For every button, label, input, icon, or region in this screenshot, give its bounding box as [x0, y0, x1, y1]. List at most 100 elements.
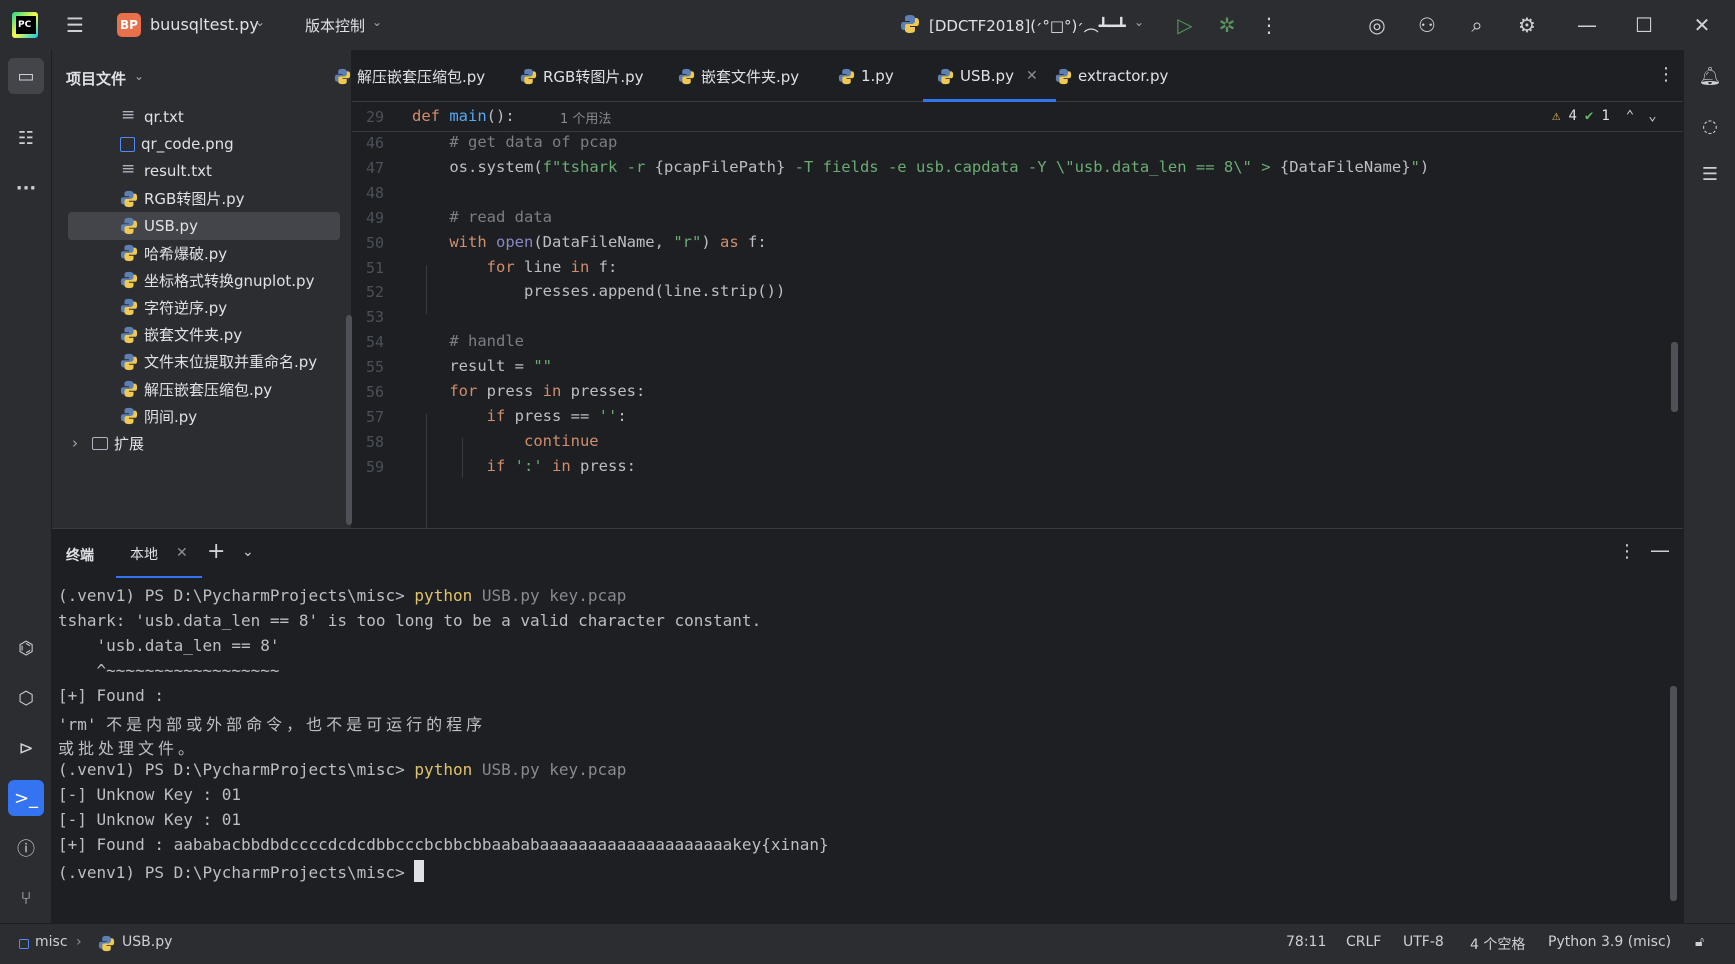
folder-icon	[92, 436, 108, 450]
code-line[interactable]: # get data of pcap	[412, 133, 617, 151]
editor-tab[interactable]: 1.py	[838, 50, 894, 102]
folder-icon[interactable]: ▭	[8, 58, 44, 94]
ai-chat-icon[interactable]: ◌	[1692, 108, 1728, 144]
vcs-menu[interactable]: 版本控制	[305, 15, 365, 36]
minimize-icon[interactable]: —	[1650, 538, 1670, 562]
python-console-icon[interactable]: ⌬	[8, 630, 44, 666]
code-line[interactable]: continue	[412, 432, 599, 450]
tree-file[interactable]: 阴间.py	[68, 402, 340, 430]
ai-icon[interactable]: ◎	[1360, 8, 1394, 42]
line-number: 55	[365, 358, 384, 377]
services-icon[interactable]: ⊳	[8, 730, 44, 766]
database-icon[interactable]: ☰	[1692, 156, 1728, 192]
code-editor[interactable]: 29 def main(): 1 个用法 ⚠ 4 ✔ 1 ⌃ ⌄ 46 # get …	[352, 102, 1683, 528]
editor-tab[interactable]: 嵌套文件夹.py	[678, 50, 799, 102]
breadcrumb-project[interactable]: misc	[35, 934, 68, 950]
tree-file[interactable]: result.txt	[68, 157, 340, 185]
run-configuration[interactable]: [DDCTF2018](׳°□°)׳︵┻━┻	[929, 15, 1126, 36]
plus-icon[interactable]: +	[207, 539, 225, 564]
editor-tab[interactable]: extractor.py	[1055, 50, 1168, 102]
problems-icon[interactable]: ⓘ	[8, 830, 44, 866]
code-line[interactable]: if press == '':	[412, 407, 627, 425]
breadcrumb-file[interactable]: USB.py	[122, 934, 172, 950]
chevron-right-icon[interactable]: ›	[72, 434, 78, 452]
tree-item-label: USB.py	[144, 216, 198, 235]
chevron-down-icon[interactable]: ⌄	[1648, 108, 1656, 124]
code-line[interactable]: result = ""	[412, 357, 552, 375]
more-icon[interactable]: ···	[8, 170, 44, 206]
line-separator[interactable]: CRLF	[1346, 934, 1381, 950]
code-line[interactable]: # handle	[412, 332, 524, 350]
tree-file[interactable]: 解压嵌套压缩包.py	[68, 375, 340, 403]
inspection-widget[interactable]: ⚠ 4 ✔ 1 ⌃ ⌄	[1552, 108, 1657, 124]
structure-icon[interactable]: ☷	[8, 120, 44, 156]
chevron-down-icon[interactable]: ⌄	[255, 15, 265, 29]
scrollbar[interactable]	[1671, 342, 1678, 412]
close-icon[interactable]: ✕	[1026, 68, 1038, 84]
chevron-down-icon[interactable]: ⌄	[372, 15, 382, 29]
editor-tab[interactable]: 解压嵌套压缩包.py	[334, 50, 485, 102]
line-number: 48	[365, 183, 384, 202]
editor-tab-bar: 解压嵌套压缩包.py RGB转图片.py 嵌套文件夹.py 1.py USB.py ✕ ex…	[334, 50, 1683, 102]
python-file-icon	[901, 15, 919, 33]
more-icon[interactable]: ⋮	[1657, 64, 1675, 85]
python-interpreter[interactable]: Python 3.9 (misc)	[1548, 934, 1671, 950]
run-icon[interactable]: ▷	[1168, 8, 1202, 42]
project-badge[interactable]: BP	[117, 13, 141, 37]
right-tool-strip: 🔔︎ ◌ ☰	[1683, 50, 1735, 923]
tree-file[interactable]: 哈希爆破.py	[68, 239, 340, 267]
sticky-header[interactable]: 29 def main(): 1 个用法 ⚠ 4 ✔ 1 ⌃ ⌄	[352, 102, 1683, 132]
tree-file[interactable]: 字符逆序.py	[68, 293, 340, 321]
git-branch-icon[interactable]: ⑂	[8, 880, 44, 916]
project-panel-title[interactable]: 项目文件	[66, 68, 126, 89]
search-icon[interactable]: ⌕	[1460, 8, 1494, 42]
code-line[interactable]: # read data	[412, 208, 552, 226]
tree-folder[interactable]: › 扩展	[68, 429, 340, 457]
hamburger-icon[interactable]: ☰	[58, 8, 92, 42]
maximize-icon[interactable]: ☐	[1627, 8, 1661, 42]
bell-icon[interactable]: 🔔︎	[1692, 58, 1728, 94]
editor-tab[interactable]: RGB转图片.py	[520, 50, 644, 102]
line-number: 47	[365, 158, 384, 177]
chevron-down-icon[interactable]: ⌄	[134, 69, 144, 83]
code-line[interactable]: presses.append(line.strip())	[412, 282, 785, 300]
debug-icon[interactable]: ✲	[1210, 8, 1244, 42]
chevron-up-icon[interactable]: ⌃	[1626, 108, 1634, 124]
caret-position[interactable]: 78:11	[1286, 934, 1326, 950]
more-icon[interactable]: ⋮	[1618, 541, 1636, 562]
tree-file[interactable]: 嵌套文件夹.py	[68, 321, 340, 349]
terminal-line: [-] Unknow Key : 01	[58, 785, 242, 805]
tree-file[interactable]: 坐标格式转换gnuplot.py	[68, 266, 340, 294]
code-line[interactable]: for line in f:	[412, 258, 618, 276]
project-name[interactable]: buusqltest.py	[150, 15, 259, 34]
python-file-icon	[120, 407, 138, 425]
user-icon[interactable]: ⚇	[1410, 8, 1444, 42]
tree-file[interactable]: 文件末位提取并重命名.py	[68, 348, 340, 376]
chevron-down-icon[interactable]: ⌄	[242, 544, 254, 560]
close-icon[interactable]: ✕	[1685, 8, 1719, 42]
gear-icon[interactable]: ⚙	[1510, 8, 1544, 42]
tree-file[interactable]: RGB转图片.py	[68, 185, 340, 213]
tree-file[interactable]: qr.txt	[68, 103, 340, 131]
code-line[interactable]: os.system(f"tshark -r {pcapFilePath} -T …	[412, 158, 1429, 176]
terminal-line: tshark: 'usb.data_len == 8' is too long …	[58, 610, 762, 630]
tree-file[interactable]: USB.py	[68, 211, 340, 240]
code-line[interactable]: for press in presses:	[412, 382, 645, 400]
indent-setting[interactable]: 4 个空格	[1470, 934, 1525, 954]
python-packages-icon[interactable]: ⬡	[8, 680, 44, 716]
terminal-output[interactable]: (.venv1) PS D:\PycharmProjects\misc> pyt…	[52, 578, 1683, 923]
usages-hint[interactable]: 1 个用法	[560, 108, 611, 127]
file-encoding[interactable]: UTF-8	[1403, 934, 1444, 950]
terminal-tab-local[interactable]: 本地	[116, 529, 202, 579]
code-line[interactable]: with open(DataFileName, "r") as f:	[412, 233, 766, 251]
lock-icon[interactable]: 🔓︎	[1695, 934, 1704, 950]
minimize-icon[interactable]: —	[1570, 8, 1604, 42]
close-icon[interactable]: ✕	[176, 545, 188, 561]
code-line[interactable]: if ':' in press:	[412, 457, 636, 475]
more-icon[interactable]: ⋮	[1252, 8, 1286, 42]
tree-file[interactable]: qr_code.png	[68, 130, 340, 158]
scrollbar[interactable]	[1670, 686, 1677, 901]
terminal-icon[interactable]: >_	[8, 780, 44, 816]
chevron-down-icon[interactable]: ⌄	[1134, 15, 1144, 29]
editor-tab[interactable]: USB.py ✕	[923, 50, 1056, 102]
